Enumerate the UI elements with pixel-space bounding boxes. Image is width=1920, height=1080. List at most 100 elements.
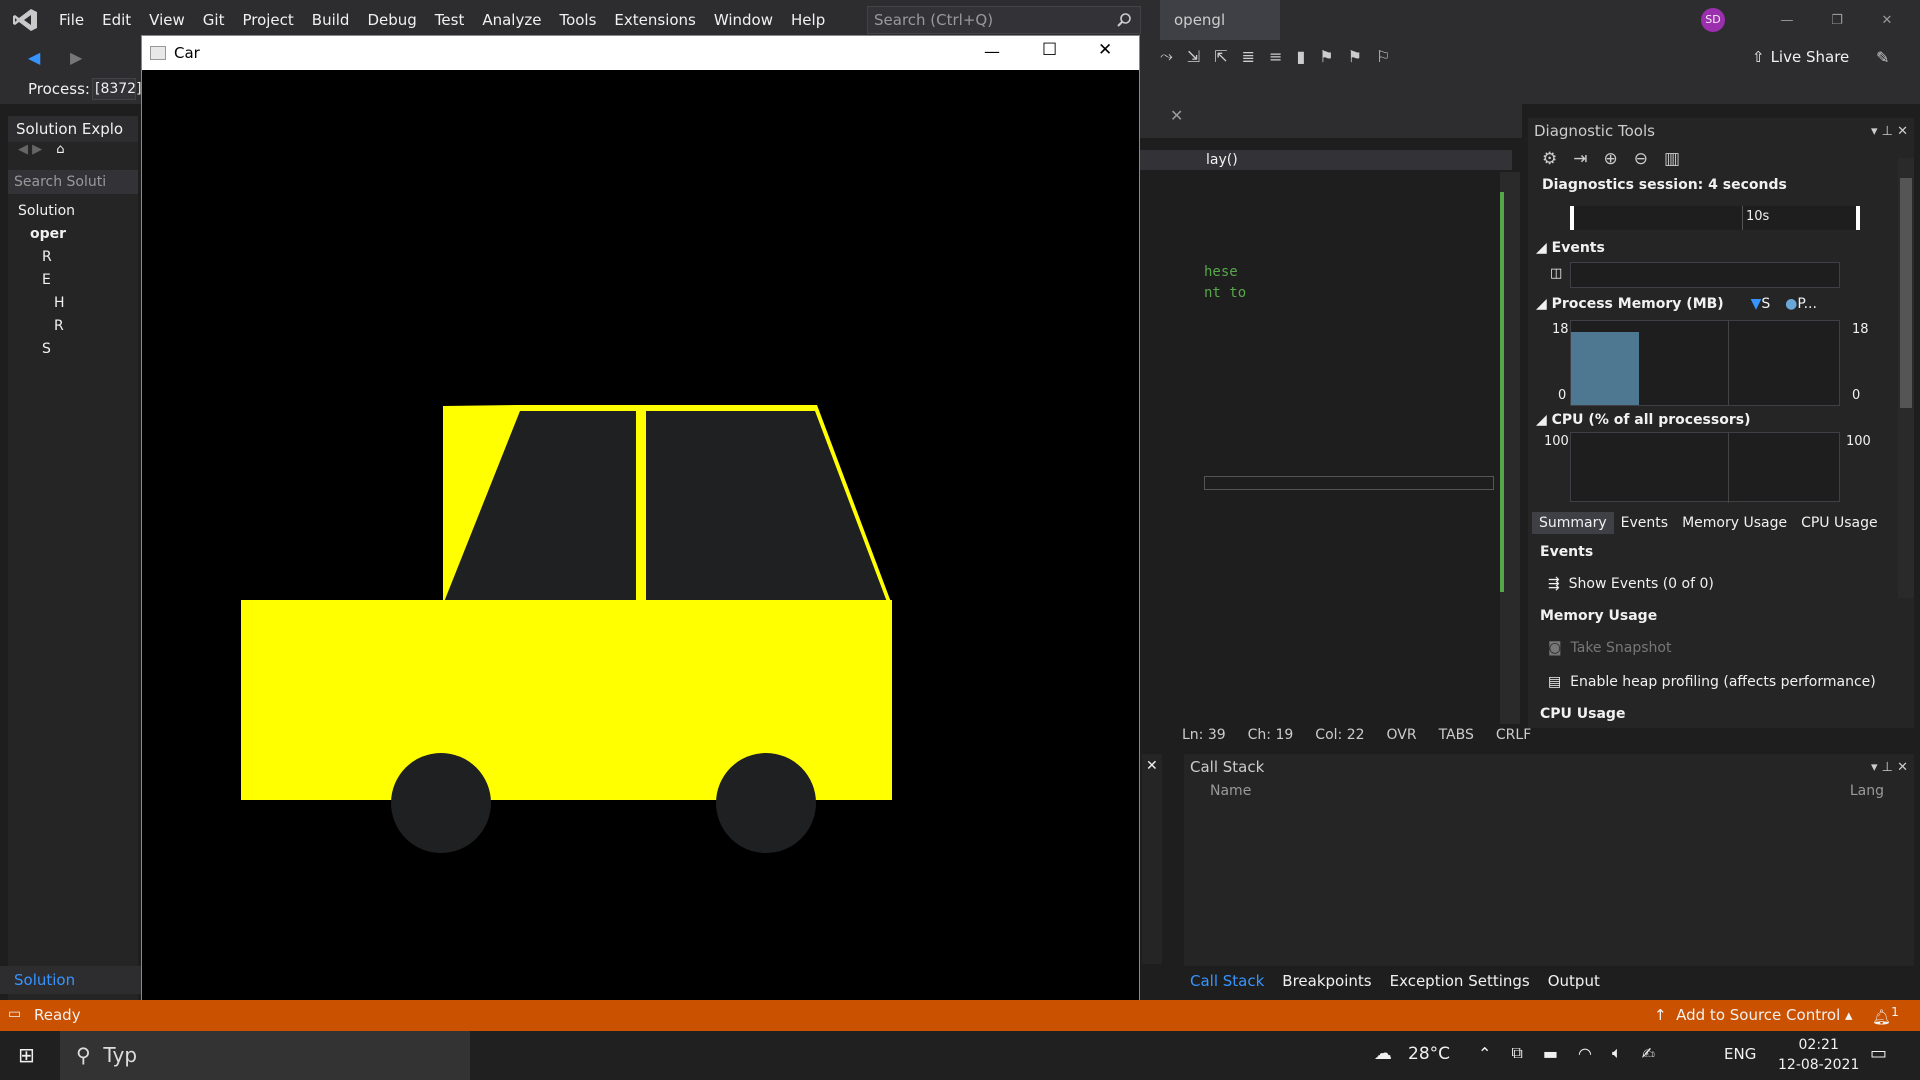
solution-tree-item[interactable]: oper <box>8 223 138 246</box>
solution-tree-item[interactable]: S <box>8 338 138 361</box>
volume-icon[interactable]: 🔈︎ <box>1612 1043 1622 1063</box>
export-icon[interactable]: ⇥ <box>1573 149 1587 169</box>
line-ending-indicator[interactable]: CRLF <box>1496 727 1531 743</box>
menu-edit[interactable]: Edit <box>93 0 140 40</box>
zoom-out-icon[interactable]: ⊖ <box>1634 149 1648 169</box>
panel-options-icons[interactable]: ▾ ⊥ ✕ <box>1871 124 1908 139</box>
solution-tree-item[interactable]: Solution <box>8 200 138 223</box>
minimize-icon[interactable]: — <box>984 42 1000 61</box>
menu-file[interactable]: File <box>50 0 93 40</box>
menu-debug[interactable]: Debug <box>358 0 425 40</box>
minimize-icon[interactable]: — <box>1762 13 1812 28</box>
forward-arrow-icon[interactable]: ▶ <box>70 48 82 67</box>
menu-window[interactable]: Window <box>705 0 782 40</box>
user-avatar[interactable]: SD <box>1701 8 1725 32</box>
session-label: Diagnostics session: 4 seconds <box>1542 177 1787 193</box>
zoom-in-icon[interactable]: ⊕ <box>1604 149 1618 169</box>
menu-view[interactable]: View <box>140 0 194 40</box>
pause-icon[interactable]: ◫ <box>1550 266 1562 281</box>
outdent-icon[interactable]: ≡ <box>1269 47 1282 66</box>
menu-tools[interactable]: Tools <box>550 0 605 40</box>
bottom-tab-call-stack[interactable]: Call Stack <box>1190 972 1264 990</box>
editor-nav-dropdown[interactable]: lay() <box>1140 150 1512 170</box>
clear-bookmark-icon[interactable]: ⚐ <box>1376 47 1390 66</box>
home-icon[interactable]: ⌂ <box>56 142 64 157</box>
ovr-indicator[interactable]: OVR <box>1387 727 1417 743</box>
show-events-link[interactable]: ⇶ Show Events (0 of 0) <box>1548 576 1714 592</box>
timeline-label: 10s <box>1746 209 1770 224</box>
step-into-icon[interactable]: ⇲ <box>1187 47 1200 66</box>
menu-help[interactable]: Help <box>782 0 834 40</box>
meet-now-icon[interactable]: ⧉ <box>1511 1043 1522 1063</box>
menu-build[interactable]: Build <box>303 0 359 40</box>
solution-tree-item[interactable]: R <box>8 246 138 269</box>
feedback-icon[interactable]: ✎ <box>1876 48 1889 67</box>
windows-start-icon[interactable]: ⊞ <box>18 1043 35 1067</box>
diagnostic-tab-summary[interactable]: Summary <box>1532 512 1614 534</box>
column-name[interactable]: Name <box>1210 783 1251 799</box>
back-arrow-icon[interactable]: ◀ <box>28 48 40 67</box>
menu-extensions[interactable]: Extensions <box>605 0 704 40</box>
reset-view-icon[interactable]: ▥ <box>1664 149 1680 169</box>
wifi-icon[interactable]: ◠ <box>1578 1044 1592 1063</box>
solution-search-input[interactable]: Search Soluti <box>8 170 138 194</box>
close-icon[interactable]: ✕ <box>1862 13 1912 28</box>
memory-axis-max-right: 18 <box>1852 322 1869 337</box>
live-share-button[interactable]: ⇧ Live Share <box>1752 48 1849 66</box>
prev-bookmark-icon[interactable]: ⚑ <box>1319 47 1333 66</box>
menu-project[interactable]: Project <box>233 0 302 40</box>
bottom-tab-breakpoints[interactable]: Breakpoints <box>1282 972 1371 990</box>
timeline[interactable]: 10s <box>1570 206 1860 230</box>
diagnostic-tab-events[interactable]: Events <box>1614 512 1675 534</box>
action-center-icon[interactable]: ▭ <box>1870 1043 1887 1064</box>
solution-tree-item[interactable]: H <box>8 292 138 315</box>
solution-explorer-tab[interactable]: Solution Explorer <box>0 966 141 1017</box>
close-icon[interactable]: ✕ <box>1146 758 1158 774</box>
bottom-tab-exception-settings[interactable]: Exception Settings <box>1390 972 1530 990</box>
editor-vertical-scrollbar[interactable] <box>1500 172 1520 724</box>
temperature[interactable]: 28°C <box>1408 1044 1450 1064</box>
menu-analyze[interactable]: Analyze <box>473 0 550 40</box>
column-lang[interactable]: Lang <box>1850 783 1884 799</box>
tabs-indicator[interactable]: TABS <box>1439 727 1474 743</box>
diagnostic-scrollbar[interactable] <box>1898 158 1914 598</box>
close-tab-icon[interactable]: ✕ <box>1170 106 1183 125</box>
cpu-section-header[interactable]: ◢ CPU (% of all processors) <box>1536 412 1750 428</box>
memory-section-header[interactable]: ◢ Process Memory (MB) ▼S ●P... <box>1536 296 1817 312</box>
clock[interactable]: 02:21 12-08-2021 <box>1778 1035 1859 1075</box>
panel-options-icons[interactable]: ▾ ⊥ ✕ <box>1871 760 1908 775</box>
step-over-icon[interactable]: ⇱ <box>1214 47 1227 66</box>
solution-tree-item[interactable]: E <box>8 269 138 292</box>
notifications-icon[interactable]: 🔔︎1 <box>1872 1004 1899 1026</box>
settings-icon[interactable]: ⚙ <box>1542 149 1557 169</box>
process-select[interactable]: [8372] <box>92 78 142 100</box>
bottom-tab-output[interactable]: Output <box>1548 972 1600 990</box>
close-icon[interactable]: ✕ <box>1098 40 1112 60</box>
menu-git[interactable]: Git <box>194 0 234 40</box>
diagnostic-tab-memory-usage[interactable]: Memory Usage <box>1675 512 1794 534</box>
heap-icon: ▤ <box>1548 674 1562 690</box>
line-number: Ln: 39 <box>1182 727 1226 743</box>
restore-icon[interactable]: ❐ <box>1812 13 1862 28</box>
pen-icon[interactable]: ✍ <box>1642 1044 1655 1063</box>
next-bookmark-icon[interactable]: ⚑ <box>1348 47 1362 66</box>
indent-icon[interactable]: ≣ <box>1242 47 1255 66</box>
code-editor[interactable]: hese nt to <box>1140 172 1500 730</box>
solution-tree-item[interactable]: R <box>8 315 138 338</box>
bookmark-icon[interactable]: ▮ <box>1296 47 1305 66</box>
step-icon[interactable]: ⤳ <box>1160 46 1173 66</box>
battery-icon[interactable]: ▬ <box>1543 1044 1558 1063</box>
take-snapshot-button[interactable]: ◙ Take Snapshot <box>1548 640 1671 656</box>
diagnostic-tab-cpu-usage[interactable]: CPU Usage <box>1794 512 1885 534</box>
tray-chevron-icon[interactable]: ⌃ <box>1478 1044 1491 1063</box>
heap-profiling-button[interactable]: ▤ Enable heap profiling (affects perform… <box>1548 674 1876 690</box>
maximize-icon[interactable]: ☐ <box>1042 40 1057 60</box>
events-section-header[interactable]: ◢ Events <box>1536 240 1605 256</box>
weather-icon[interactable]: ☁ <box>1374 1043 1392 1064</box>
search-input[interactable]: Search (Ctrl+Q) <box>867 6 1141 34</box>
taskbar-search-box[interactable]: ⚲ Typ <box>60 1031 470 1080</box>
menu-test[interactable]: Test <box>426 0 474 40</box>
process-label: Process: <box>28 80 90 98</box>
input-language[interactable]: ENG <box>1724 1045 1756 1063</box>
add-to-source-control-button[interactable]: ↑ Add to Source Control ▴ <box>1654 1006 1853 1024</box>
